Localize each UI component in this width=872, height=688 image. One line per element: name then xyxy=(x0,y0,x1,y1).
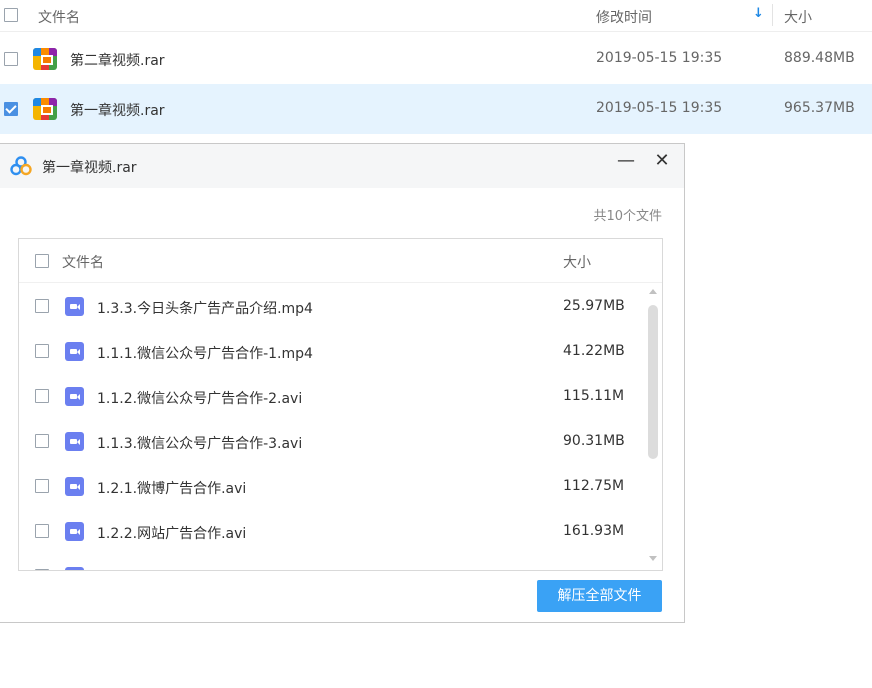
item-name: 1.1.3.微信公众号广告合作-3.avi xyxy=(97,436,303,452)
close-button[interactable]: ✕ xyxy=(648,148,676,174)
item-name: 1.2.1.微博广告合作.avi xyxy=(97,481,247,497)
baidu-netdisk-logo-icon xyxy=(10,156,32,176)
extract-all-button[interactable]: 解压全部文件 xyxy=(537,580,662,612)
video-file-icon xyxy=(65,567,84,570)
rar-archive-icon xyxy=(33,98,57,120)
file-row[interactable]: 第二章视频.rar 2019-05-15 19:35 889.48MB xyxy=(0,34,872,84)
file-modified-time: 2019-05-15 19:35 xyxy=(596,50,723,66)
video-file-icon xyxy=(65,522,84,541)
item-size: 41.22MB xyxy=(563,343,625,359)
item-checkbox[interactable] xyxy=(35,344,49,358)
file-size: 889.48MB xyxy=(784,50,855,66)
file-list-header: 文件名 修改时间 ↓ 大小 xyxy=(0,0,872,32)
file-size: 965.37MB xyxy=(784,100,855,116)
item-checkbox[interactable] xyxy=(35,299,49,313)
file-modified-time: 2019-05-15 19:35 xyxy=(596,100,723,116)
item-checkbox[interactable] xyxy=(35,569,49,570)
item-checkbox[interactable] xyxy=(35,524,49,538)
scrollbar-thumb[interactable] xyxy=(648,305,658,459)
select-all-checkbox[interactable] xyxy=(4,8,18,22)
video-file-icon xyxy=(65,387,84,406)
item-name: 1.3.3.今日头条广告产品介绍.mp4 xyxy=(97,301,313,317)
item-name: 1.1.1.微信公众号广告合作-1.mp4 xyxy=(97,346,313,362)
minimize-button[interactable]: — xyxy=(612,148,640,174)
column-header-modified[interactable]: 修改时间 xyxy=(596,7,652,27)
item-name: 1.2.2.网站广告合作.avi xyxy=(97,526,247,542)
video-file-icon xyxy=(65,477,84,496)
video-file-icon xyxy=(65,432,84,451)
item-size: 115.11M xyxy=(563,388,625,404)
file-count-label: 共10个文件 xyxy=(593,209,662,224)
list-item[interactable]: 1.3.3.今日头条广告产品介绍.mp4 25.97MB xyxy=(19,283,647,328)
sort-descending-icon[interactable]: ↓ xyxy=(753,6,764,21)
list-item[interactable]: 1.2.1.微博广告合作.avi 112.75M xyxy=(19,463,647,508)
item-size: 90.31MB xyxy=(563,433,625,449)
video-file-icon xyxy=(65,342,84,361)
dialog-title: 第一章视频.rar xyxy=(42,160,137,176)
archive-list-header: 文件名 大小 xyxy=(19,239,662,283)
item-checkbox[interactable] xyxy=(35,479,49,493)
row-checkbox-checked[interactable] xyxy=(4,102,18,116)
vertical-scrollbar[interactable] xyxy=(646,284,660,570)
file-name[interactable]: 第一章视频.rar xyxy=(70,100,165,120)
item-size: 25.97MB xyxy=(563,298,625,314)
column-header-name[interactable]: 文件名 xyxy=(62,252,104,272)
list-item[interactable]: 1.1.2.微信公众号广告合作-2.avi 115.11M xyxy=(19,373,647,418)
list-item[interactable]: 1.1.3.微信公众号广告合作-3.avi 90.31MB xyxy=(19,418,647,463)
scroll-down-arrow-icon[interactable] xyxy=(649,556,657,561)
file-row-selected[interactable]: 第一章视频.rar 2019-05-15 19:35 965.37MB xyxy=(0,84,872,134)
item-size: 161.93M xyxy=(563,523,625,539)
list-item[interactable]: 1.2.2.网站广告合作.avi 161.93M xyxy=(19,508,647,553)
file-name[interactable]: 第二章视频.rar xyxy=(70,50,165,70)
column-divider xyxy=(772,4,773,26)
column-header-size[interactable]: 大小 xyxy=(784,7,812,27)
column-header-name[interactable]: 文件名 xyxy=(38,7,80,27)
rar-archive-icon xyxy=(33,48,57,70)
item-checkbox[interactable] xyxy=(35,434,49,448)
row-checkbox[interactable] xyxy=(4,52,18,66)
dialog-titlebar[interactable]: 第一章视频.rar — ✕ xyxy=(0,144,684,188)
column-header-size[interactable]: 大小 xyxy=(563,252,591,272)
list-item[interactable]: 1.1.1.微信公众号广告合作-1.mp4 41.22MB xyxy=(19,328,647,373)
video-file-icon xyxy=(65,297,84,316)
list-item-partial[interactable] xyxy=(19,553,647,570)
item-checkbox[interactable] xyxy=(35,389,49,403)
item-name: 1.1.2.微信公众号广告合作-2.avi xyxy=(97,391,303,407)
scroll-up-arrow-icon[interactable] xyxy=(649,289,657,294)
archive-file-list: 文件名 大小 1.3.3.今日头条广告产品介绍.mp4 25.97MB 1.1.… xyxy=(18,238,663,571)
select-all-checkbox[interactable] xyxy=(35,254,49,268)
item-size: 112.75M xyxy=(563,478,625,494)
archive-preview-dialog: 第一章视频.rar — ✕ 共10个文件 文件名 大小 1.3.3.今日头条广告… xyxy=(0,143,685,623)
